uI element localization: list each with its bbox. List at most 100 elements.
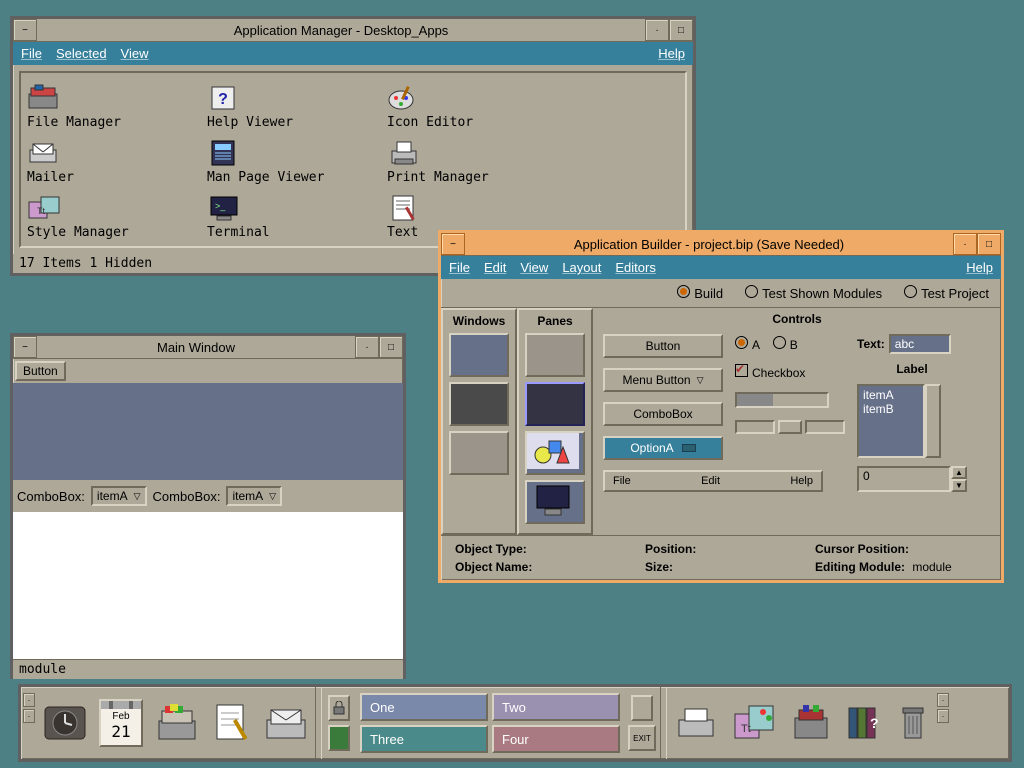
help-books-icon: ? — [845, 702, 885, 744]
app-manager-title: Application Manager - Desktop_Apps — [37, 23, 645, 38]
main-window-title: Main Window — [37, 340, 355, 355]
status-object-name: Object Name: — [455, 560, 645, 574]
icon-label: Icon Editor — [387, 115, 473, 130]
menu-layout[interactable]: Layout — [562, 260, 601, 275]
combo2[interactable]: itemA ▽ — [226, 486, 282, 506]
app-terminal[interactable]: >_ Terminal — [207, 189, 387, 244]
svg-text:?: ? — [218, 91, 228, 108]
spin-down-icon[interactable]: ▼ — [951, 479, 967, 492]
palette-file-chooser[interactable] — [449, 431, 509, 475]
maximize-button[interactable]: □ — [379, 336, 403, 358]
panel-help[interactable]: ? — [839, 687, 891, 759]
svg-text:Tt: Tt — [37, 206, 45, 216]
palette-text-pane[interactable] — [525, 382, 585, 426]
minimize-button[interactable]: · — [355, 336, 379, 358]
app-icon-editor[interactable]: Icon Editor — [387, 79, 567, 134]
list-item[interactable]: itemB — [863, 402, 919, 416]
mode-test-project[interactable]: Test Project — [904, 285, 989, 301]
mini-file[interactable]: File — [613, 475, 631, 487]
spin-value[interactable]: 0 — [857, 466, 951, 492]
menu-view[interactable]: View — [121, 46, 149, 61]
app-builder-titlebar[interactable]: − Application Builder - project.bip (Sav… — [441, 233, 1001, 256]
app-mailer[interactable]: Mailer — [27, 134, 207, 189]
scrollbar[interactable] — [925, 384, 941, 458]
control-spinbox[interactable]: 0 ▲ ▼ — [857, 466, 967, 492]
panel-exit[interactable]: EXIT — [628, 725, 656, 751]
control-radio-group[interactable]: A B — [735, 336, 845, 352]
menu-edit[interactable]: Edit — [484, 260, 506, 275]
mode-test-shown[interactable]: Test Shown Modules — [745, 285, 882, 301]
palette-term-pane[interactable] — [525, 480, 585, 524]
control-scale[interactable] — [735, 420, 845, 434]
palette-control-pane[interactable] — [525, 333, 585, 377]
spin-up-icon[interactable]: ▲ — [951, 466, 967, 479]
control-button[interactable]: Button — [603, 334, 723, 358]
menu-file[interactable]: File — [449, 260, 470, 275]
app-help-viewer[interactable]: ? Help Viewer — [207, 79, 387, 134]
minimize-button[interactable]: · — [953, 233, 977, 255]
text-value[interactable]: abc — [889, 334, 951, 354]
panel-file-manager[interactable] — [149, 687, 205, 759]
menu-editors[interactable]: Editors — [615, 260, 655, 275]
panel-lock[interactable] — [328, 695, 350, 721]
main-window-titlebar[interactable]: − Main Window · □ — [13, 336, 403, 359]
menu-help[interactable]: Help — [966, 260, 993, 275]
window-menu-button[interactable]: − — [13, 336, 37, 358]
status-position: Position: — [645, 542, 815, 556]
panel-handle-right[interactable]: ·· — [935, 687, 951, 759]
panel-app-manager[interactable] — [783, 687, 839, 759]
list-item[interactable]: itemA — [863, 388, 919, 402]
panel-printer[interactable] — [667, 687, 725, 759]
palette-dialog[interactable] — [449, 382, 509, 426]
maximize-button[interactable]: □ — [977, 233, 1001, 255]
workspace-one[interactable]: One — [360, 693, 488, 721]
workspace-switcher: One Two Three Four — [356, 687, 624, 759]
panel-calendar[interactable]: Feb 21 — [93, 687, 149, 759]
help-book-icon: ? — [207, 83, 241, 113]
main-button[interactable]: Button — [15, 361, 66, 381]
control-checkbox[interactable]: Checkbox — [735, 364, 845, 380]
combo1[interactable]: itemA ▽ — [91, 486, 147, 506]
control-gauge[interactable] — [735, 392, 829, 408]
panel-mail[interactable] — [257, 687, 315, 759]
mode-row: Build Test Shown Modules Test Project — [441, 279, 1001, 307]
style-icon: Tt — [27, 193, 61, 223]
manpage-icon — [207, 138, 241, 168]
panel-text-editor[interactable] — [205, 687, 257, 759]
minimize-button[interactable]: · — [645, 19, 669, 41]
control-text-field[interactable]: Text: abc — [857, 334, 967, 354]
control-listbox[interactable]: itemA itemB — [857, 384, 967, 458]
panel-style-manager[interactable]: Tt — [725, 687, 783, 759]
app-manager-titlebar[interactable]: − Application Manager - Desktop_Apps · □ — [13, 19, 693, 42]
menu-view[interactable]: View — [520, 260, 548, 275]
palette-main-window[interactable] — [449, 333, 509, 377]
panel-handle-left[interactable]: ·· — [21, 687, 37, 759]
control-combobox[interactable]: ComboBox — [603, 402, 723, 426]
workspace-three[interactable]: Three — [360, 725, 488, 753]
menu-file[interactable]: File — [21, 46, 42, 61]
app-file-manager[interactable]: File Manager — [27, 79, 207, 134]
palette-draw-pane[interactable] — [525, 431, 585, 475]
workspace-two[interactable]: Two — [492, 693, 620, 721]
app-print-manager[interactable]: Print Manager — [387, 134, 567, 189]
mode-build[interactable]: Build — [677, 285, 723, 301]
control-label[interactable]: Label — [857, 362, 967, 376]
app-man-page[interactable]: Man Page Viewer — [207, 134, 387, 189]
panel-trash[interactable] — [891, 687, 935, 759]
combo1-label: ComboBox: — [17, 489, 85, 504]
menu-help[interactable]: Help — [658, 46, 685, 61]
status-module: Editing Module: module — [815, 560, 987, 574]
control-menu-button[interactable]: Menu Button ▽ — [603, 368, 723, 392]
panel-clock[interactable] — [37, 687, 93, 759]
icon-label: Style Manager — [27, 225, 129, 240]
menu-selected[interactable]: Selected — [56, 46, 107, 61]
window-menu-button[interactable]: − — [13, 19, 37, 41]
radio-icon — [677, 285, 690, 298]
mini-edit[interactable]: Edit — [701, 475, 720, 487]
workspace-four[interactable]: Four — [492, 725, 620, 753]
window-menu-button[interactable]: − — [441, 233, 465, 255]
maximize-button[interactable]: □ — [669, 19, 693, 41]
control-option-menu[interactable]: OptionA — [603, 436, 723, 460]
app-style-manager[interactable]: Tt Style Manager — [27, 189, 207, 244]
toolbox-icon — [789, 702, 833, 744]
